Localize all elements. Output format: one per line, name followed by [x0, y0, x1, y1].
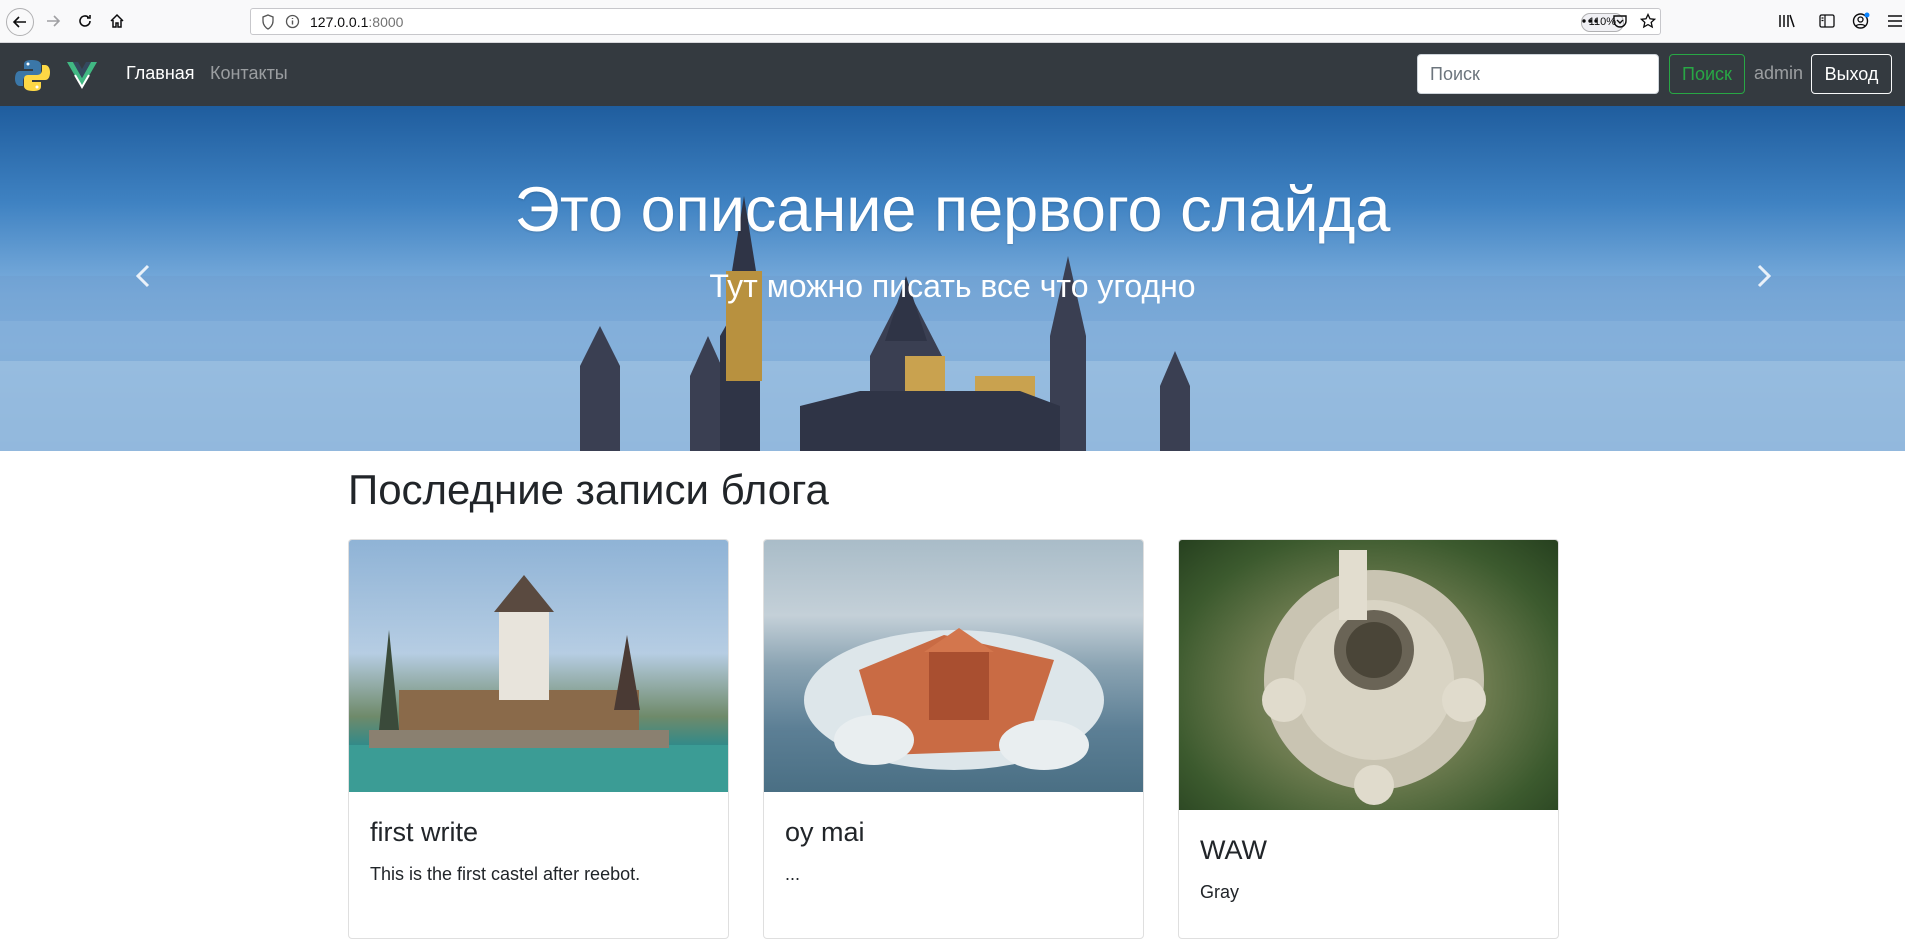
nav-contacts-link[interactable]: Контакты [210, 63, 288, 84]
slide-subtitle: Тут можно писать все что угодно [709, 268, 1196, 304]
reload-button[interactable] [72, 8, 98, 34]
sidebar-icon [1819, 14, 1835, 28]
url-text: 127.0.0.1:8000 [310, 14, 403, 30]
card-title[interactable]: WAW [1200, 835, 1267, 866]
python-icon [15, 60, 50, 91]
menu-button[interactable] [1882, 8, 1905, 34]
card-title[interactable]: first write [370, 817, 478, 848]
hero-carousel: Это описание первого слайда Тут можно пи… [0, 106, 1905, 451]
search-button[interactable]: Поиск [1669, 54, 1745, 94]
card-text: ... [785, 864, 801, 884]
carousel-caption: Это описание первого слайда Тут можно пи… [0, 172, 1905, 305]
address-bar[interactable]: 127.0.0.1:8000 110% [250, 8, 1661, 35]
carousel-next-button[interactable] [1757, 264, 1772, 293]
castle-image [804, 628, 1104, 770]
castle-image [349, 575, 728, 792]
bookmark-button[interactable] [1635, 8, 1661, 34]
blog-card[interactable]: first write This is the first castel aft… [348, 539, 729, 939]
home-icon [110, 13, 124, 28]
account-icon [1852, 12, 1870, 29]
section-title: Последние записи блога [348, 466, 829, 513]
forward-button[interactable] [40, 8, 66, 34]
hamburger-icon [1888, 15, 1902, 27]
library-button[interactable] [1774, 8, 1800, 34]
python-logo[interactable] [15, 59, 50, 97]
url-host: 127.0.0.1 [310, 14, 369, 30]
card-text: This is the first castel after reebot. [370, 864, 641, 884]
page-actions-button[interactable] [1577, 8, 1603, 34]
star-icon [1640, 13, 1656, 29]
site-navbar: Главная Контакты Поиск admin Выход [0, 43, 1905, 106]
card-text: Gray [1200, 882, 1240, 902]
sidebar-button[interactable] [1814, 8, 1840, 34]
arrow-right-icon [47, 15, 61, 27]
chevron-left-icon [135, 264, 150, 288]
carousel-prev-button[interactable] [135, 264, 150, 293]
castle-image [1262, 550, 1486, 805]
vue-icon [67, 62, 97, 89]
card-image [349, 540, 728, 792]
url-port: :8000 [368, 14, 404, 30]
reload-icon [79, 15, 91, 27]
card-image [1179, 540, 1558, 810]
home-button[interactable] [104, 8, 130, 34]
card-image [764, 540, 1143, 792]
card-title[interactable]: oy mai [785, 817, 865, 848]
account-button[interactable] [1848, 8, 1874, 34]
browser-toolbar: 127.0.0.1:8000 110% [0, 0, 1905, 43]
library-icon [1779, 14, 1795, 28]
logout-button[interactable]: Выход [1811, 54, 1892, 94]
info-icon[interactable] [285, 14, 300, 29]
blog-card[interactable]: oy mai ... [763, 539, 1144, 939]
vue-logo[interactable] [66, 61, 98, 94]
blog-card[interactable]: WAW Gray [1178, 539, 1559, 939]
nav-home-link[interactable]: Главная [126, 63, 195, 84]
shield-icon[interactable] [261, 14, 275, 30]
search-input[interactable] [1417, 54, 1659, 94]
pocket-button[interactable] [1607, 8, 1633, 34]
back-button[interactable] [6, 8, 34, 36]
pocket-icon [1613, 15, 1627, 28]
chevron-right-icon [1757, 264, 1772, 288]
username-label[interactable]: admin [1754, 63, 1803, 84]
arrow-left-icon [12, 16, 26, 28]
slide-title: Это описание первого слайда [514, 175, 1391, 245]
ellipsis-icon [1582, 19, 1598, 23]
